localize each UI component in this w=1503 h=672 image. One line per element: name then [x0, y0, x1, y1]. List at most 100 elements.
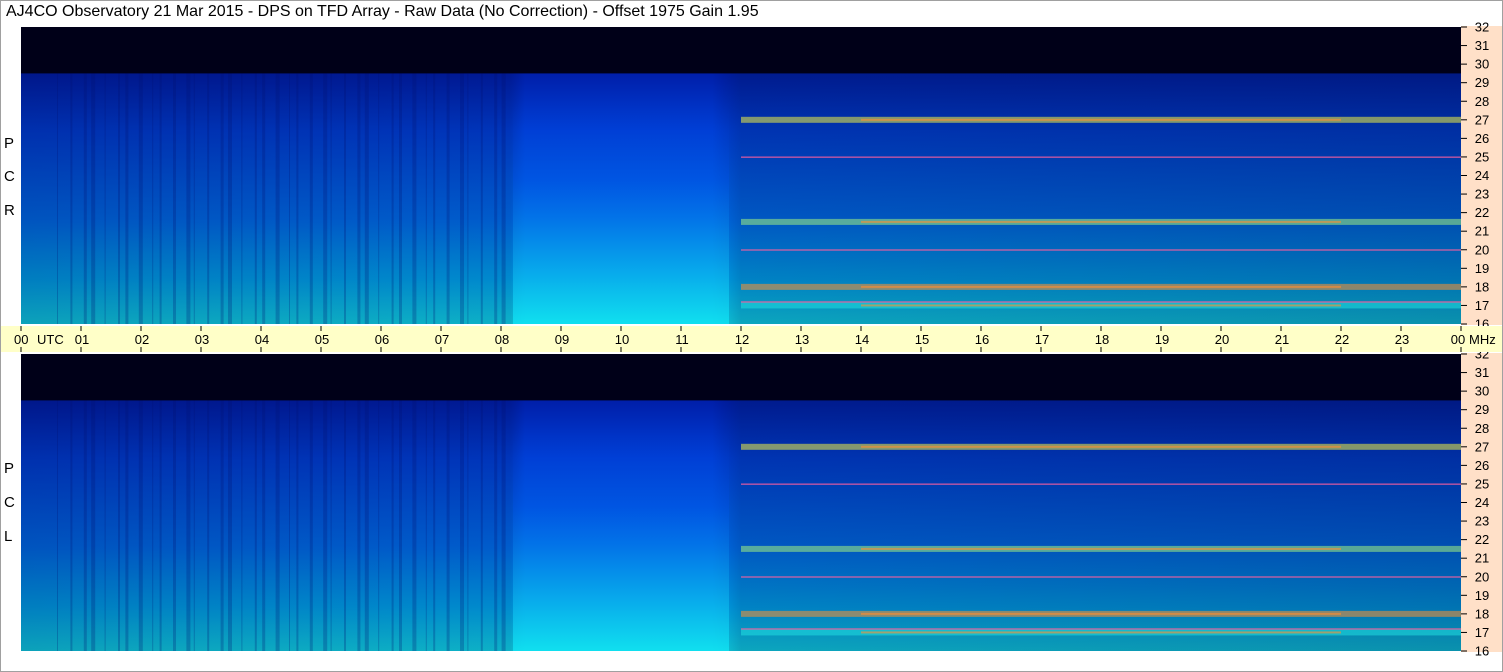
striation — [425, 400, 427, 651]
striation — [83, 73, 87, 324]
striation — [330, 400, 332, 651]
striation — [207, 400, 210, 651]
striation — [446, 400, 450, 651]
time-tick-label: 03 — [195, 332, 209, 347]
y-tick-label: 29 — [1475, 402, 1489, 417]
signal-band-core — [861, 304, 1341, 307]
striation — [275, 400, 280, 651]
y-tick-label: 27 — [1475, 439, 1489, 454]
striation — [357, 400, 361, 651]
striation — [118, 400, 120, 651]
time-tick-label: 05 — [315, 332, 329, 347]
time-tick-label: 15 — [915, 332, 929, 347]
signal-line — [741, 576, 1461, 578]
striation — [152, 73, 154, 324]
time-tick-label: 23 — [1395, 332, 1409, 347]
striation — [159, 400, 162, 651]
striation — [433, 400, 436, 651]
striation — [480, 400, 483, 651]
striation — [262, 73, 266, 324]
striation — [173, 400, 176, 651]
time-tick-label: 12 — [735, 332, 749, 347]
striation — [83, 400, 87, 651]
striation — [91, 73, 96, 324]
striation — [254, 400, 257, 651]
striation — [412, 400, 417, 651]
signal-band-core — [861, 445, 1341, 448]
time-tick-label: 00 — [1451, 332, 1465, 347]
striation — [378, 400, 380, 651]
striation — [399, 400, 402, 651]
striation — [173, 73, 176, 324]
striation — [391, 73, 394, 324]
striation — [186, 73, 191, 324]
signal-line — [741, 301, 1461, 303]
time-tick-label: 02 — [135, 332, 149, 347]
dark-region — [21, 354, 1461, 401]
polarization-letter: L — [4, 528, 13, 545]
striation — [193, 400, 195, 651]
striation — [262, 400, 266, 651]
striation — [494, 400, 498, 651]
y-tick-label: 25 — [1475, 149, 1489, 164]
striation — [57, 73, 58, 324]
y-tick-label: 24 — [1475, 495, 1489, 510]
y-tick-label: 28 — [1475, 94, 1489, 109]
striation — [241, 400, 243, 651]
time-tick-label: 08 — [495, 332, 509, 347]
mhz-unit-label: MHz — [1469, 332, 1496, 347]
striation — [323, 400, 328, 651]
y-tick-label: 23 — [1475, 514, 1489, 529]
y-tick-label: 26 — [1475, 131, 1489, 146]
striation — [289, 73, 290, 324]
striation — [296, 73, 299, 324]
y-tick-label: 24 — [1475, 168, 1489, 183]
striation — [186, 400, 191, 651]
striation — [364, 73, 369, 324]
y-tick-label: 19 — [1475, 588, 1489, 603]
signal-band-core — [861, 547, 1341, 550]
striation — [480, 73, 483, 324]
y-tick-label: 31 — [1475, 365, 1489, 380]
midday-region — [513, 428, 729, 651]
y-tick-label: 32 — [1475, 20, 1489, 35]
time-tick-label: 16 — [975, 332, 989, 347]
y-tick-label: 31 — [1475, 38, 1489, 53]
signal-band-core — [861, 285, 1341, 288]
signal-band-core — [861, 631, 1341, 634]
time-tick-label: 17 — [1035, 332, 1049, 347]
y-tick-label: 29 — [1475, 75, 1489, 90]
striation — [330, 73, 332, 324]
striation — [364, 400, 369, 651]
time-tick-label: 19 — [1155, 332, 1169, 347]
striation — [399, 73, 402, 324]
striation — [104, 73, 106, 324]
striation — [296, 400, 299, 651]
signal-line — [741, 628, 1461, 630]
time-tick-label: 01 — [75, 332, 89, 347]
time-tick-label: 00 — [14, 332, 28, 347]
striation — [344, 73, 346, 324]
striation — [125, 400, 129, 651]
striation — [460, 73, 464, 324]
y-tick-label: 17 — [1475, 625, 1489, 640]
spectrogram-panel-rcp: 3231302928272625242322212019181716 — [21, 20, 1503, 332]
dark-region — [21, 27, 1461, 74]
striation — [357, 73, 361, 324]
striation — [412, 73, 417, 324]
striation — [118, 73, 120, 324]
striation — [433, 73, 436, 324]
y-tick-label: 21 — [1475, 551, 1489, 566]
striation — [91, 400, 96, 651]
y-tick-label: 21 — [1475, 224, 1489, 239]
signal-line — [741, 483, 1461, 485]
y-tick-label: 20 — [1475, 242, 1489, 257]
striation — [460, 400, 464, 651]
y-tick-label: 18 — [1475, 279, 1489, 294]
striation — [467, 73, 469, 324]
striation — [104, 400, 106, 651]
y-tick-label: 30 — [1475, 384, 1489, 399]
spectrogram-panel-lcp: 3231302928272625242322212019181716 — [21, 347, 1503, 659]
striation — [309, 73, 313, 324]
striation — [467, 400, 469, 651]
